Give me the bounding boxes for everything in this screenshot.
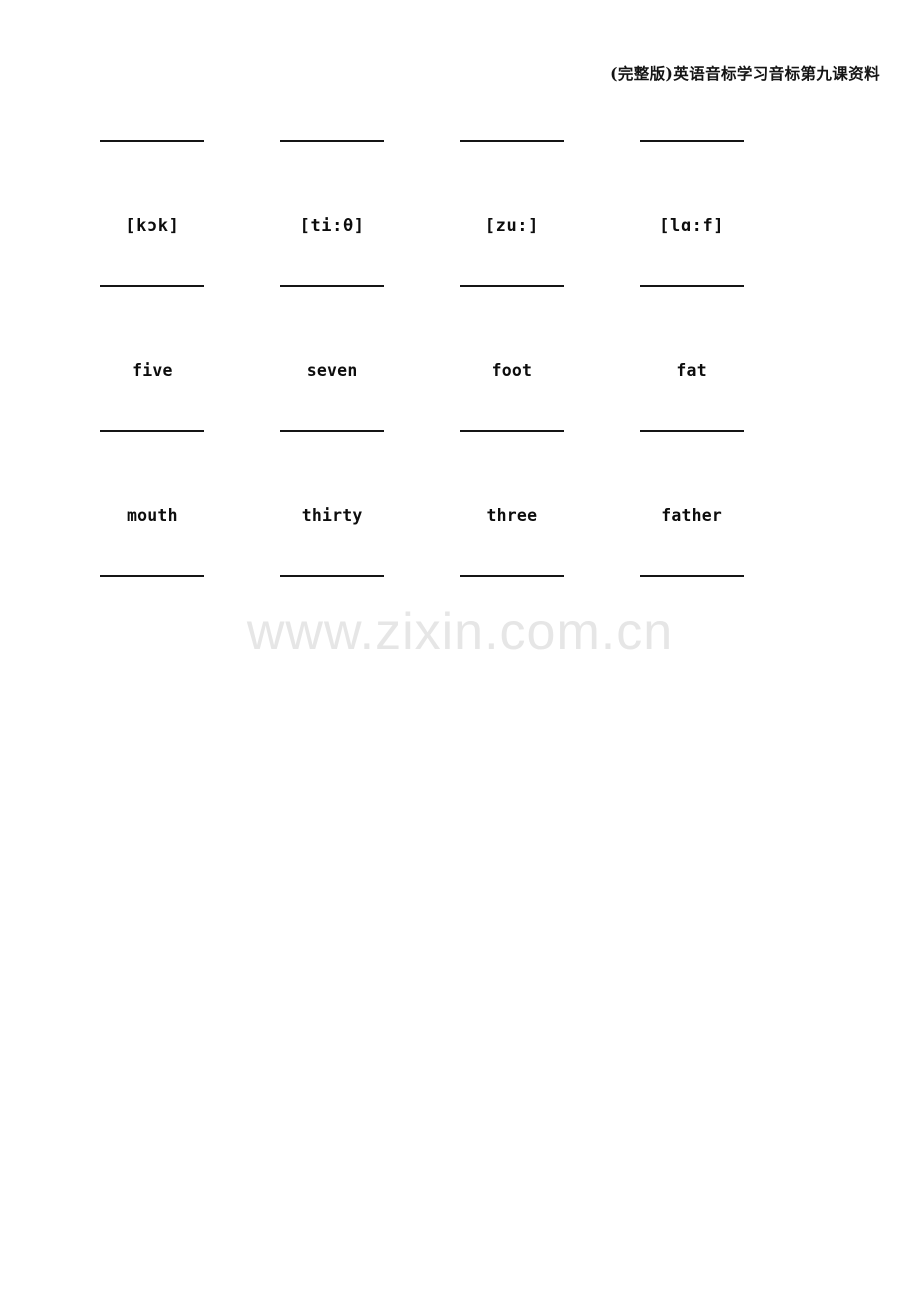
answer-blank-cell[interactable] [262, 263, 403, 287]
answer-blank-line[interactable] [459, 285, 564, 287]
answer-blank-cell[interactable] [442, 118, 583, 142]
word-prompt: foot [491, 360, 533, 380]
word-prompt: thirty [301, 505, 363, 525]
answer-blank-cell[interactable] [621, 408, 762, 432]
prompt-cell: three [442, 505, 583, 526]
phonetic-transcription: [zu:] [484, 215, 539, 236]
answer-blank-line[interactable] [100, 575, 205, 577]
answer-blank-line[interactable] [639, 140, 744, 142]
answer-blank-row [82, 408, 762, 480]
prompt-cell: thirty [262, 505, 403, 526]
answer-blank-line[interactable] [280, 285, 385, 287]
word-prompt: mouth [127, 505, 178, 525]
prompt-cell: father [621, 505, 762, 526]
answer-blank-row [82, 553, 762, 625]
prompt-cell: mouth [82, 505, 223, 526]
prompt-cell: fat [621, 360, 762, 381]
phonetic-transcription: [ti:θ] [299, 215, 365, 236]
prompt-cell: [lɑ:f] [621, 215, 762, 236]
answer-blank-line[interactable] [100, 140, 205, 142]
answer-blank-line[interactable] [280, 430, 385, 432]
word-prompt-row: five seven foot fat [82, 335, 762, 408]
answer-blank-cell[interactable] [621, 553, 762, 577]
answer-blank-line[interactable] [639, 430, 744, 432]
answer-blank-cell[interactable] [262, 118, 403, 142]
answer-blank-row [82, 263, 762, 335]
prompt-cell: [kɔk] [82, 215, 223, 236]
phonetic-prompt-row: [kɔk] [ti:θ] [zu:] [lɑ:f] [82, 190, 762, 263]
answer-blank-line[interactable] [280, 575, 385, 577]
answer-blank-cell[interactable] [442, 553, 583, 577]
answer-blank-cell[interactable] [82, 263, 223, 287]
page-title: (完整版)英语音标学习音标第九课资料 [610, 64, 880, 83]
page-header: (完整版)英语音标学习音标第九课资料 [0, 62, 920, 84]
prompt-cell: five [82, 360, 223, 381]
answer-blank-line[interactable] [459, 430, 564, 432]
word-prompt: three [486, 505, 538, 525]
word-prompt: father [661, 505, 723, 525]
answer-blank-line[interactable] [459, 140, 564, 142]
prompt-cell: [zu:] [442, 215, 583, 236]
phonetic-transcription: [kɔk] [125, 215, 180, 236]
answer-blank-cell[interactable] [262, 553, 403, 577]
prompt-cell: foot [442, 360, 583, 381]
word-prompt-row: mouth thirty three father [82, 480, 762, 553]
answer-blank-cell[interactable] [442, 408, 583, 432]
answer-blank-row [82, 118, 762, 190]
answer-blank-line[interactable] [100, 430, 205, 432]
answer-blank-cell[interactable] [82, 118, 223, 142]
answer-blank-cell[interactable] [82, 408, 223, 432]
answer-blank-cell[interactable] [262, 408, 403, 432]
word-prompt: fat [676, 360, 707, 380]
phonetic-transcription: [lɑ:f] [659, 215, 725, 236]
word-prompt: seven [306, 360, 358, 380]
answer-blank-cell[interactable] [442, 263, 583, 287]
word-prompt: five [132, 360, 173, 380]
answer-blank-cell[interactable] [82, 553, 223, 577]
answer-blank-cell[interactable] [621, 263, 762, 287]
answer-blank-line[interactable] [459, 575, 564, 577]
answer-blank-cell[interactable] [621, 118, 762, 142]
answer-blank-line[interactable] [639, 285, 744, 287]
prompt-cell: [ti:θ] [262, 215, 403, 236]
answer-blank-line[interactable] [100, 285, 205, 287]
worksheet: [kɔk] [ti:θ] [zu:] [lɑ:f] five seven foo… [82, 118, 762, 625]
prompt-cell: seven [262, 360, 403, 381]
answer-blank-line[interactable] [280, 140, 385, 142]
answer-blank-line[interactable] [639, 575, 744, 577]
